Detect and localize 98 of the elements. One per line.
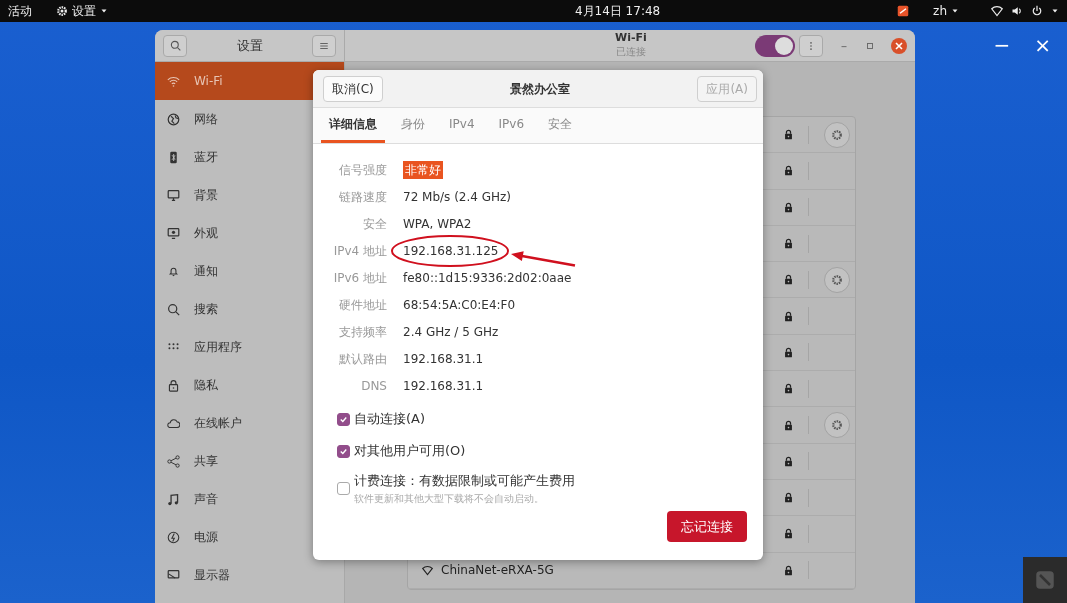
sidebar-title: 设置 [236, 36, 263, 55]
minimize-button[interactable]: − [993, 30, 1011, 60]
lock-icon [783, 129, 794, 141]
dialog-title: 景然办公室 [510, 80, 571, 98]
tab[interactable]: 身份 [393, 108, 433, 143]
lock-icon [783, 274, 794, 286]
search-button[interactable] [163, 34, 187, 57]
search-icon [167, 302, 180, 316]
sidebar-item[interactable]: 隐私 [155, 366, 344, 404]
network-name[interactable]: ChinaNet-eRXA-5G [441, 561, 554, 580]
gear-icon [56, 5, 68, 17]
wifi-icon [167, 74, 180, 88]
detail-label: 硬件地址 [339, 297, 387, 312]
lock-icon [783, 383, 794, 395]
wifi-icon[interactable] [991, 5, 1003, 17]
settings-button[interactable] [824, 412, 850, 438]
share-icon [167, 454, 180, 468]
detail-label: 安全 [363, 216, 387, 231]
detail-label: 默认路由 [339, 351, 387, 366]
detail-value: 72 Mb/s (2.4 GHz) [403, 188, 512, 206]
globe-icon [167, 112, 180, 126]
cloud-icon [167, 416, 180, 430]
detail-value: 192.168.31.125 [403, 242, 499, 260]
sidebar-item[interactable]: 在线帐户 [155, 404, 344, 442]
caret-icon [951, 7, 959, 15]
search-icon [169, 40, 181, 51]
lock-icon [783, 419, 794, 431]
option-label[interactable]: 自动连接(A) [354, 409, 426, 429]
clock[interactable]: 4月14日 17:48 [344, 2, 661, 20]
menu-button[interactable] [312, 34, 336, 57]
power-icon [167, 530, 180, 544]
tab[interactable]: 详细信息 [321, 108, 385, 143]
annotation-arrow [511, 251, 576, 267]
menu-icon [319, 40, 329, 51]
app-tile[interactable] [1023, 557, 1067, 603]
lock-icon [783, 455, 794, 467]
detail-value: 192.168.31.1 [403, 350, 484, 368]
detail-label: 链路速度 [339, 189, 387, 204]
option-hint: 软件更新和其他大型下载将不会自动启动。 [354, 491, 545, 506]
bluetooth-icon [167, 150, 180, 164]
lock-icon [783, 492, 794, 504]
detail-value: fe80::1d15:9336:2d02:0aae [403, 269, 572, 287]
app-menu[interactable]: 设置 [72, 2, 96, 20]
lock-icon [783, 165, 794, 177]
detail-label: 支持频率 [339, 324, 387, 339]
tab[interactable]: IPv4 [441, 108, 483, 143]
lock-icon [167, 378, 180, 392]
page-title: Wi-Fi [615, 31, 647, 45]
app-indicator-icon[interactable] [897, 5, 910, 17]
checkbox[interactable] [337, 481, 350, 495]
wifi-toggle[interactable] [755, 34, 795, 57]
caret-icon[interactable] [1051, 7, 1059, 15]
detail-value: WPA, WPA2 [403, 215, 472, 233]
gear-icon [831, 273, 843, 286]
forget-button[interactable]: 忘记连接 [667, 510, 747, 542]
volume-icon[interactable] [1011, 5, 1023, 17]
lock-icon [783, 528, 794, 540]
detail-label: DNS [361, 378, 387, 393]
sidebar-item[interactable]: 显示器 [155, 556, 344, 594]
language-menu[interactable]: zh [933, 2, 947, 20]
detail-value: 192.168.31.1 [403, 377, 484, 395]
option-label[interactable]: 计费连接：有数据限制或可能产生费用 [354, 471, 575, 491]
sidebar-item[interactable]: 共享 [155, 442, 344, 480]
wifi-icon [422, 564, 433, 576]
checkbox[interactable] [337, 444, 350, 458]
lock-icon [783, 346, 794, 358]
maximize-icon[interactable] [865, 40, 875, 51]
monitor-icon [167, 188, 180, 202]
detail-value: 非常好 [403, 160, 443, 179]
power-icon[interactable] [1031, 5, 1043, 17]
lock-icon [783, 238, 794, 250]
lock-icon [783, 310, 794, 322]
cancel-button[interactable]: 取消(C) [323, 75, 383, 102]
monitor-icon [167, 226, 180, 240]
caret-icon [100, 7, 108, 15]
gear-icon [831, 128, 843, 141]
detail-label: 信号强度 [339, 162, 387, 177]
detail-value: 2.4 GHz / 5 GHz [403, 323, 499, 341]
lock-icon [783, 201, 794, 213]
option-label[interactable]: 对其他用户可用(O) [354, 441, 466, 461]
app-icon [1035, 570, 1055, 590]
activities-button[interactable]: 活动 [8, 2, 32, 20]
sidebar-item[interactable]: 声音 [155, 480, 344, 518]
settings-button[interactable] [824, 266, 850, 293]
tab[interactable]: IPv6 [490, 108, 533, 143]
close-button[interactable]: × [1034, 30, 1051, 60]
sidebar-item[interactable]: 电源 [155, 518, 344, 556]
settings-button[interactable] [824, 121, 850, 148]
detail-label: IPv6 地址 [333, 270, 387, 285]
checkbox[interactable] [337, 412, 350, 426]
lock-icon [783, 564, 794, 576]
gear-icon [831, 419, 843, 431]
display-icon [167, 568, 180, 582]
music-note-icon [167, 492, 180, 506]
detail-label: IPv4 地址 [333, 243, 387, 258]
tab[interactable]: 安全 [540, 108, 581, 143]
detail-value: 68:54:5A:C0:E4:F0 [403, 296, 516, 314]
close-icon[interactable] [891, 37, 907, 54]
